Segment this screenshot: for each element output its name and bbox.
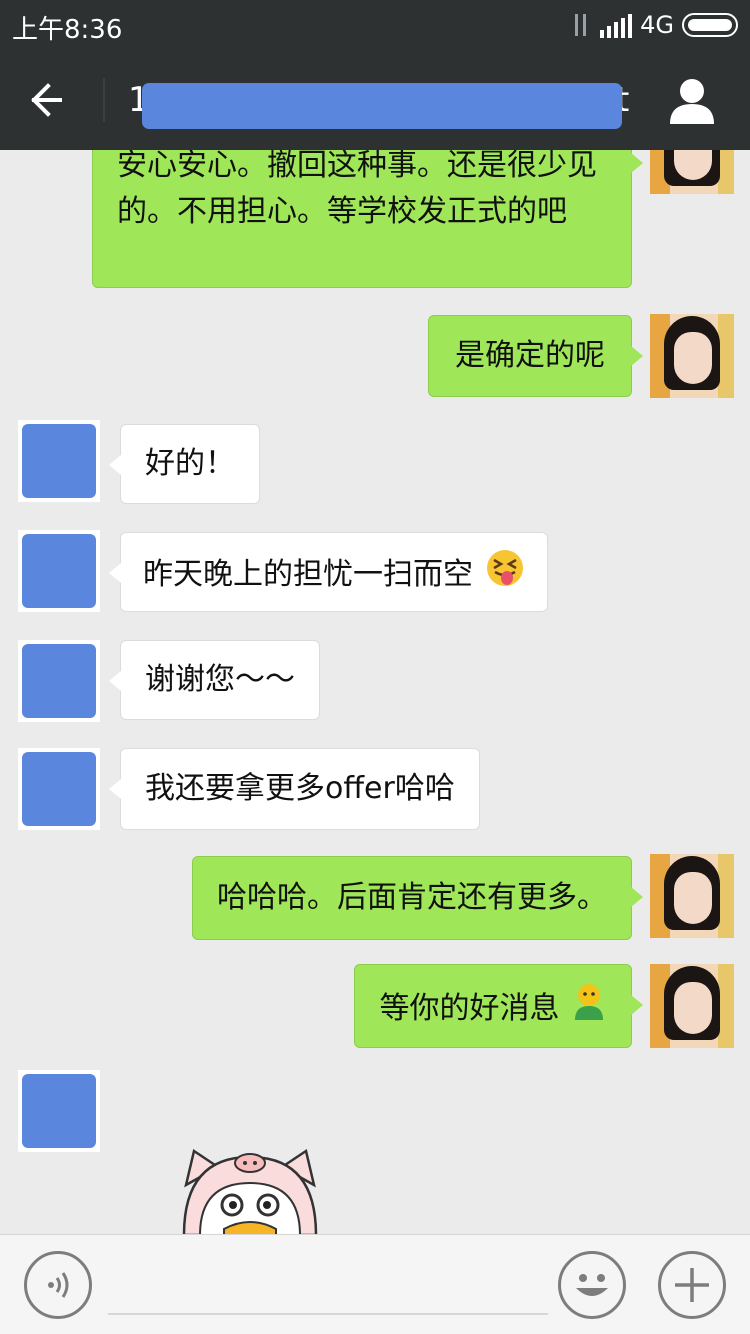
contact-avatar[interactable] bbox=[18, 1070, 100, 1152]
message-bubble[interactable]: 等你的好消息 bbox=[354, 964, 643, 1048]
chat-area[interactable]: 安心安心。撤回这种事。还是很少见的。不用担心。等学校发正式的吧 是确定的呢 好的… bbox=[0, 150, 750, 1234]
my-avatar[interactable] bbox=[650, 854, 734, 938]
data-arrows-icon bbox=[570, 12, 592, 38]
message-bubble[interactable]: 好的！ bbox=[109, 424, 260, 504]
contact-avatar[interactable] bbox=[18, 640, 100, 722]
contact-avatar[interactable] bbox=[18, 530, 100, 612]
message-text: 谢谢您～～ bbox=[145, 662, 295, 697]
my-avatar[interactable] bbox=[650, 150, 734, 194]
squinting-tongue-emoji bbox=[485, 548, 525, 603]
green-figure-emoji bbox=[571, 982, 607, 1037]
my-avatar[interactable] bbox=[650, 314, 734, 398]
message-bubble[interactable]: 谢谢您～～ bbox=[109, 640, 320, 720]
message-input[interactable] bbox=[108, 1265, 548, 1315]
voice-button[interactable] bbox=[24, 1251, 92, 1319]
network-type: 4G bbox=[640, 11, 674, 39]
status-icons: 4G bbox=[570, 8, 738, 42]
more-button[interactable] bbox=[658, 1251, 726, 1319]
title-privacy-mask bbox=[142, 83, 622, 129]
back-button[interactable] bbox=[20, 72, 80, 128]
message-text: 哈哈哈。后面肯定还有更多。 bbox=[217, 880, 607, 915]
pig-hood-duck-sticker[interactable] bbox=[180, 1145, 320, 1234]
emoji-button[interactable] bbox=[558, 1251, 626, 1319]
contact-avatar[interactable] bbox=[18, 420, 100, 502]
signal-icon bbox=[600, 12, 633, 38]
message-text: 等你的好消息 bbox=[379, 991, 560, 1026]
my-avatar[interactable] bbox=[650, 964, 734, 1048]
message-text: 安心安心。撤回这种事。还是很少见的。不用担心。等学校发正式的吧 bbox=[117, 150, 597, 229]
message-bubble[interactable]: 哈哈哈。后面肯定还有更多。 bbox=[192, 856, 643, 940]
title-divider bbox=[103, 78, 105, 122]
message-bubble[interactable]: 安心安心。撤回这种事。还是很少见的。不用担心。等学校发正式的吧 bbox=[92, 150, 643, 288]
status-time: 上午8:36 bbox=[12, 15, 123, 45]
title-bar: 1 t bbox=[0, 50, 750, 150]
person-icon bbox=[670, 79, 714, 124]
battery-icon bbox=[682, 13, 738, 37]
message-text: 我还要拿更多offer哈哈 bbox=[145, 771, 455, 806]
input-bar bbox=[0, 1234, 750, 1334]
smiley-icon bbox=[576, 1274, 608, 1296]
message-bubble[interactable]: 是确定的呢 bbox=[428, 315, 643, 397]
message-text: 昨天晚上的担忧一扫而空 bbox=[143, 557, 473, 592]
contact-avatar[interactable] bbox=[18, 748, 100, 830]
contact-info-button[interactable] bbox=[664, 76, 720, 128]
message-text: 好的！ bbox=[145, 446, 235, 481]
message-bubble[interactable]: 我还要拿更多offer哈哈 bbox=[109, 748, 480, 830]
arrow-left-icon bbox=[31, 83, 62, 117]
status-bar: 上午8:36 4G bbox=[0, 0, 750, 50]
message-bubble[interactable]: 昨天晚上的担忧一扫而空 bbox=[109, 532, 548, 612]
plus-icon bbox=[675, 1268, 709, 1302]
voice-icon bbox=[48, 1272, 69, 1298]
message-text: 是确定的呢 bbox=[455, 338, 605, 373]
